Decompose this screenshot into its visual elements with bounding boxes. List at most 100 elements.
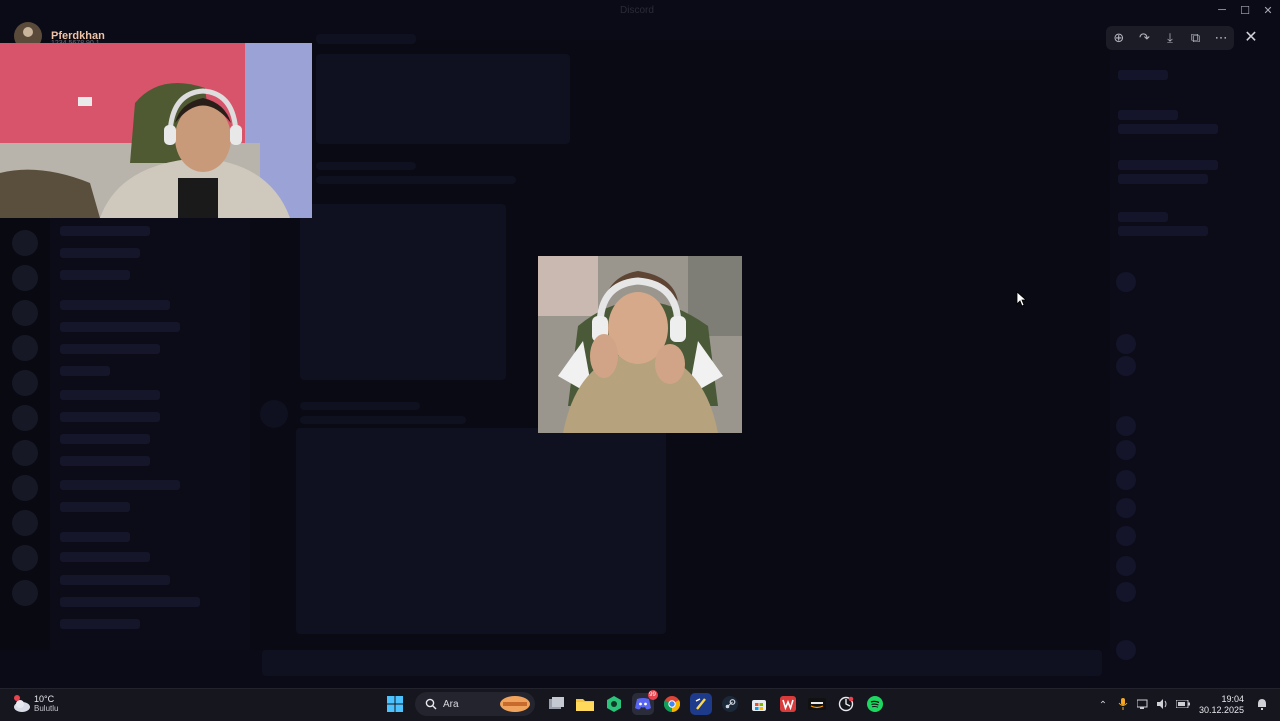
chrome-icon[interactable] — [661, 693, 683, 715]
network-icon[interactable] — [1133, 699, 1153, 712]
webcam-image — [0, 43, 312, 218]
message-attachment — [316, 54, 570, 144]
message-text — [300, 416, 466, 424]
member-list — [1110, 60, 1280, 690]
channel-item — [60, 344, 160, 354]
message-attachment — [296, 428, 666, 634]
maximize-button[interactable]: ☐ — [1235, 2, 1255, 18]
channel-item — [60, 456, 150, 466]
photo — [538, 256, 742, 433]
webcam-feed — [0, 43, 312, 218]
server-icon — [12, 230, 38, 256]
cursor-icon — [1016, 291, 1026, 307]
window-title: Discord — [620, 5, 654, 16]
channel-item — [60, 322, 180, 332]
message-author — [316, 162, 416, 170]
download-icon[interactable]: ⤓ — [1159, 27, 1181, 49]
message-attachment — [300, 204, 506, 380]
server-icon — [12, 580, 38, 606]
spotify-icon[interactable] — [864, 693, 886, 715]
member-avatar — [1116, 334, 1136, 354]
clock-date: 30.12.2025 — [1198, 705, 1244, 715]
avatar — [260, 400, 288, 428]
channel-item — [60, 619, 140, 629]
member-avatar — [1116, 440, 1136, 460]
member-avatar — [1116, 640, 1136, 660]
member-item — [1118, 212, 1168, 222]
steam-icon[interactable] — [719, 693, 741, 715]
channel-item — [60, 300, 170, 310]
channel-item — [60, 532, 130, 542]
server-icon — [12, 335, 38, 361]
channel-item — [60, 575, 170, 585]
member-avatar — [1116, 582, 1136, 602]
channel-item — [60, 390, 160, 400]
vpn-app-icon[interactable] — [603, 693, 625, 715]
channel-item — [60, 552, 150, 562]
channel-item — [60, 434, 150, 444]
taskbar: 10°C Bulutlu Ara 99 ⌃ 19:04 30.12.2025 — [0, 688, 1280, 721]
channel-item — [60, 248, 140, 258]
code-editor-icon[interactable] — [689, 693, 712, 715]
server-icon — [12, 405, 38, 431]
image-preview — [538, 256, 742, 433]
channel-item — [60, 502, 130, 512]
weather-widget[interactable]: 10°C Bulutlu — [12, 694, 58, 714]
channel-item — [60, 412, 160, 422]
server-icon — [12, 545, 38, 571]
store-icon[interactable] — [748, 693, 770, 715]
clock-time: 19:04 — [1221, 694, 1244, 704]
window-close-button[interactable]: ✕ — [1258, 2, 1278, 18]
member-avatar — [1116, 470, 1136, 490]
member-avatar — [1116, 526, 1136, 546]
search-label: Ara — [443, 698, 459, 710]
search-highlight-icon — [500, 696, 530, 712]
zoom-icon[interactable]: ⊕ — [1108, 27, 1130, 49]
weather-temperature: 10°C — [34, 694, 55, 704]
member-item — [1118, 160, 1218, 170]
server-icon — [12, 300, 38, 326]
minimize-button[interactable]: ─ — [1212, 2, 1232, 18]
battery-icon[interactable] — [1173, 699, 1193, 711]
member-avatar — [1116, 356, 1136, 376]
member-avatar — [1116, 556, 1136, 576]
member-avatar — [1116, 498, 1136, 518]
notification-bell-icon[interactable] — [1252, 698, 1272, 713]
windows-start-icon[interactable] — [384, 693, 406, 715]
server-icon — [12, 370, 38, 396]
channel-item — [60, 226, 150, 236]
member-item — [1118, 70, 1168, 80]
chatgpt-icon[interactable] — [835, 693, 857, 715]
member-item — [1118, 174, 1208, 184]
system-tray: ⌃ 19:04 30.12.2025 — [1093, 689, 1280, 721]
microphone-icon[interactable] — [1113, 697, 1133, 713]
weather-condition: Bulutlu — [34, 704, 59, 713]
member-avatar — [1116, 272, 1136, 292]
amazon-app-icon[interactable] — [806, 693, 828, 715]
search-icon — [425, 698, 437, 710]
office-app-icon[interactable] — [777, 693, 799, 715]
message-input — [262, 650, 1102, 676]
volume-icon[interactable] — [1153, 698, 1173, 712]
close-viewer-button[interactable]: ✕ — [1240, 26, 1262, 48]
channel-item — [60, 366, 110, 376]
channel-header — [316, 34, 416, 44]
server-icon — [12, 440, 38, 466]
clock[interactable]: 19:04 30.12.2025 — [1199, 694, 1244, 716]
open-external-icon[interactable]: ⧉ — [1185, 27, 1207, 49]
chevron-up-icon[interactable]: ⌃ — [1093, 700, 1113, 711]
task-view-icon[interactable] — [545, 693, 567, 715]
notification-badge: 99 — [647, 690, 658, 700]
cloud-icon — [12, 694, 32, 714]
member-avatar — [1116, 416, 1136, 436]
more-icon[interactable]: ⋯ — [1210, 27, 1232, 49]
channel-item — [60, 270, 130, 280]
message-text — [316, 176, 516, 184]
taskbar-search[interactable]: Ara — [415, 692, 535, 716]
channel-item — [60, 480, 180, 490]
forward-icon[interactable]: ↷ — [1133, 27, 1155, 49]
file-explorer-icon[interactable] — [574, 693, 596, 715]
channel-item — [60, 597, 200, 607]
discord-icon[interactable]: 99 — [631, 690, 658, 715]
viewer-toolbar: ⊕ ↷ ⤓ ⧉ ⋯ — [1106, 26, 1234, 50]
